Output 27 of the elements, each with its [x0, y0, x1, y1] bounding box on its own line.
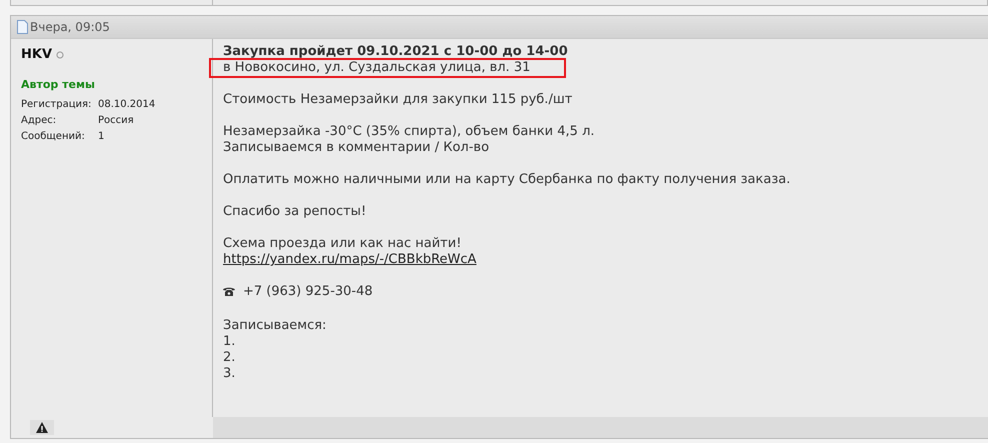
body-text: Спасибо за репосты! — [223, 204, 366, 219]
username[interactable]: HKV — [21, 45, 52, 64]
body-text: Незамерзайка -30°С (35% спирта), объем банки 4,5 л. — [223, 124, 595, 139]
link[interactable]: https://yandex.ru/maps/-/CBBkbReWcA — [223, 252, 476, 267]
warning-icon — [36, 422, 48, 433]
body-text: Оплатить можно наличными или на карту Сбербанка по факту получения заказа. — [223, 172, 790, 187]
info-label: Сообщений: — [21, 130, 86, 144]
user-role: Автор темы — [21, 76, 96, 92]
report-button[interactable] — [30, 420, 54, 435]
body-text: 1. — [223, 334, 236, 349]
body-text: 2. — [223, 350, 236, 365]
body-text: Записываемся в комментарии / Кол-во — [223, 140, 490, 155]
info-value: Россия — [98, 114, 134, 128]
body-text: в Новокосино, ул. Суздальская улица, вл. 31 — [211, 60, 564, 76]
phone-icon — [223, 287, 235, 297]
info-value: 1 — [98, 130, 104, 144]
post-date: Вчера, 09:05 — [30, 19, 110, 36]
body-text: 3. — [223, 366, 236, 381]
body-text: Стоимость Незамерзайки для закупки 115 руб./шт — [223, 92, 572, 107]
document-icon — [17, 20, 28, 34]
info-label: Регистрация: — [21, 98, 92, 112]
body-text: Схема проезда или как нас найти! — [223, 236, 462, 251]
info-value: 08.10.2014 — [98, 98, 156, 112]
post-title: Закупка пройдет 09.10.2021 с 10-00 до 14-00 — [223, 44, 568, 59]
info-label: Адрес: — [21, 114, 58, 128]
body-text: Записываемся: — [223, 318, 326, 333]
phone-number: +7 (963) 925-30-48 — [243, 284, 373, 300]
